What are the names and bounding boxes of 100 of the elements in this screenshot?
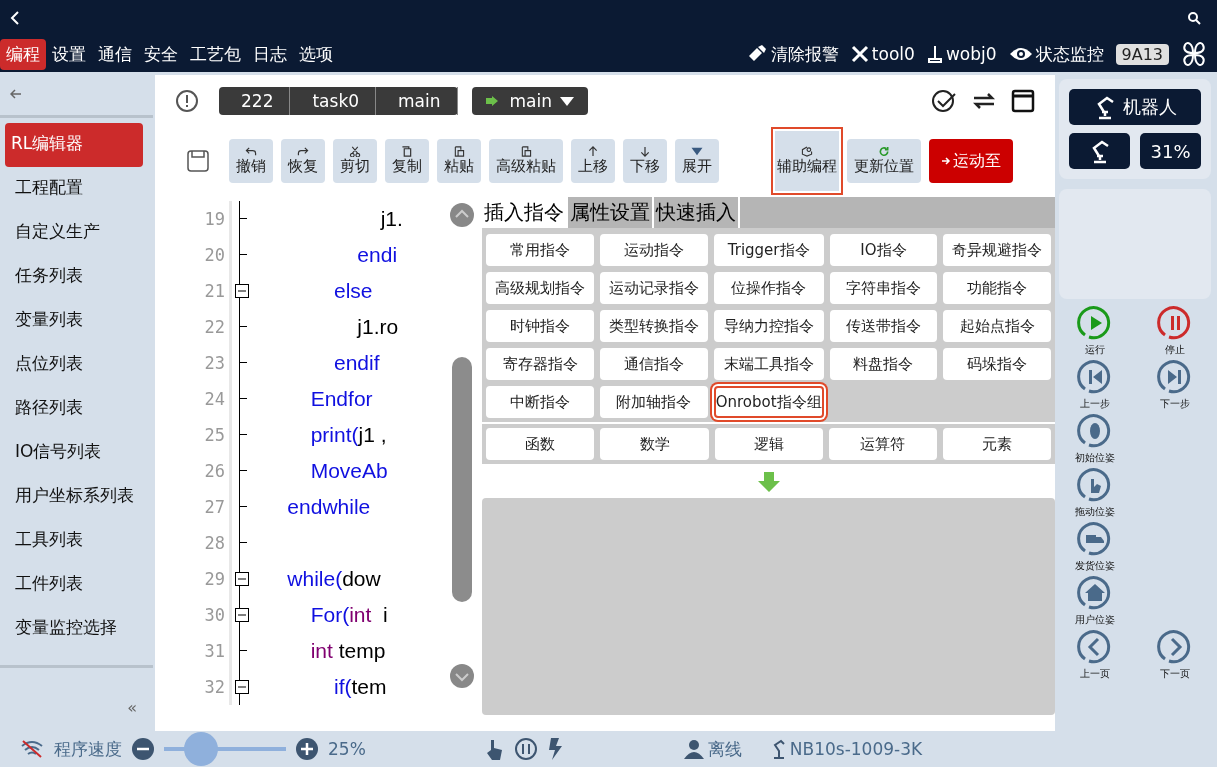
minus-icon[interactable]	[132, 738, 154, 760]
robot-button[interactable]: 机器人	[1069, 89, 1201, 125]
command-button[interactable]: 导纳力控指令	[713, 310, 824, 342]
sidebar-item[interactable]: 工具列表	[5, 519, 143, 563]
sidebar-item[interactable]: 路径列表	[5, 387, 143, 431]
command-button[interactable]: 常用指令	[486, 234, 594, 266]
command-button[interactable]: 功能指令	[943, 272, 1051, 304]
sidebar-item[interactable]: IO信号列表	[5, 431, 143, 475]
command-button[interactable]: 中断指令	[486, 386, 594, 418]
command-button[interactable]: 类型转换指令	[600, 310, 708, 342]
control-icon[interactable]	[1077, 467, 1113, 503]
command-button[interactable]: 附加轴指令	[600, 386, 708, 418]
command-button[interactable]: 字符串指令	[829, 272, 938, 304]
sidebar-item[interactable]: RL编辑器	[5, 123, 143, 167]
sidebar-item[interactable]: 变量监控选择	[5, 607, 143, 651]
menu-tab[interactable]: 选项	[293, 38, 339, 70]
breadcrumb-item[interactable]: task0	[290, 87, 377, 115]
menu-tab[interactable]: 工艺包	[184, 38, 247, 70]
sidebar-item[interactable]: 工件列表	[5, 563, 143, 607]
command-button[interactable]: 运动指令	[600, 234, 708, 266]
apps-icon[interactable]	[1181, 41, 1207, 67]
toolbar-button[interactable]: 复制	[385, 139, 429, 183]
toolbar-button[interactable]: 剪切	[333, 139, 377, 183]
search-icon[interactable]	[1187, 11, 1201, 25]
control-icon[interactable]	[1157, 629, 1193, 665]
breadcrumb-item[interactable]: main	[376, 87, 458, 115]
command-button[interactable]: 通信指令	[600, 348, 708, 380]
scroll-down-icon[interactable]	[450, 664, 475, 688]
toolbar-button[interactable]: 粘贴	[437, 139, 481, 183]
save-icon[interactable]	[187, 150, 209, 172]
control-icon[interactable]	[1077, 629, 1113, 665]
command-button[interactable]: 寄存器指令	[486, 348, 594, 380]
command-button[interactable]: 奇异规避指令	[943, 234, 1051, 266]
menu-tab[interactable]: 编程	[0, 38, 46, 70]
speed-readout[interactable]: 31%	[1140, 133, 1201, 169]
menu-tab[interactable]: 设置	[46, 38, 92, 70]
menu-tab[interactable]: 日志	[247, 38, 293, 70]
category-button[interactable]: 运算符	[828, 428, 937, 460]
command-button[interactable]: IO指令	[829, 234, 938, 266]
clear-alarm-button[interactable]: 清除报警	[745, 42, 839, 66]
toolbar-button[interactable]: 恢复	[281, 139, 325, 183]
command-button[interactable]: 料盘指令	[829, 348, 938, 380]
command-button[interactable]: 码垛指令	[943, 348, 1051, 380]
category-button[interactable]: 逻辑	[714, 428, 823, 460]
fold-icon[interactable]	[235, 284, 249, 298]
collapse-button[interactable]: «	[127, 698, 137, 717]
scroll-up-icon[interactable]	[450, 203, 475, 227]
robot-mode-button[interactable]	[1069, 133, 1130, 169]
category-button[interactable]: 元素	[942, 428, 1051, 460]
window-icon[interactable]	[1011, 89, 1035, 113]
menu-tab[interactable]: 安全	[138, 38, 184, 70]
command-button[interactable]: 起始点指令	[943, 310, 1051, 342]
lightning-icon[interactable]	[547, 738, 564, 760]
command-button[interactable]: 时钟指令	[486, 310, 594, 342]
panel-tab[interactable]: 插入指令	[482, 197, 569, 228]
command-button[interactable]: 传送带指令	[829, 310, 938, 342]
hand-pointer-icon[interactable]	[485, 738, 504, 760]
check-icon[interactable]	[931, 88, 957, 114]
panel-tab[interactable]: 属性设置	[568, 197, 655, 228]
menu-tab[interactable]: 通信	[92, 38, 138, 70]
sidebar-item[interactable]: 自定义生产	[5, 211, 143, 255]
sidebar-item[interactable]: 任务列表	[5, 255, 143, 299]
toolbar-button[interactable]: 运动至	[929, 139, 1013, 183]
control-icon[interactable]	[1077, 359, 1113, 395]
wobj-button[interactable]: wobj0	[926, 44, 997, 64]
toolbar-button[interactable]: 更新位置	[847, 139, 921, 183]
fold-icon[interactable]	[235, 572, 249, 586]
fold-icon[interactable]	[235, 680, 249, 694]
toolbar-button[interactable]: 展开	[675, 139, 719, 183]
breadcrumb-item[interactable]: 222	[219, 87, 291, 115]
tool-button[interactable]: tool0	[850, 44, 915, 64]
control-icon[interactable]	[1077, 521, 1113, 557]
status-monitor-button[interactable]: 状态监控	[1008, 42, 1104, 66]
command-button[interactable]: 末端工具指令	[713, 348, 824, 380]
control-icon[interactable]	[1077, 413, 1113, 449]
command-button[interactable]: 高级规划指令	[486, 272, 594, 304]
speed-slider[interactable]	[164, 732, 286, 766]
sidebar-item[interactable]: 点位列表	[5, 343, 143, 387]
sidebar-item[interactable]: 变量列表	[5, 299, 143, 343]
back-arrow-icon[interactable]	[10, 89, 22, 99]
pause-icon[interactable]	[513, 737, 538, 761]
control-icon[interactable]	[1157, 359, 1193, 395]
toolbar-button[interactable]: 高级粘贴	[489, 139, 563, 183]
control-icon[interactable]	[1157, 305, 1193, 341]
command-button[interactable]: Trigger指令	[713, 234, 824, 266]
fold-icon[interactable]	[235, 608, 249, 622]
command-button[interactable]: 位操作指令	[713, 272, 824, 304]
plus-icon[interactable]	[296, 738, 318, 760]
category-button[interactable]: 函数	[486, 428, 595, 460]
toolbar-button[interactable]: 撤销	[229, 139, 273, 183]
toolbar-button[interactable]: 上移	[571, 139, 615, 183]
sidebar-item[interactable]: 用户坐标系列表	[5, 475, 143, 519]
info-icon[interactable]	[175, 89, 199, 113]
scrollbar-thumb[interactable]	[452, 357, 473, 602]
control-icon[interactable]	[1077, 305, 1113, 341]
panel-tab[interactable]: 快速插入	[654, 197, 741, 228]
back-icon[interactable]	[10, 11, 20, 25]
run-selector[interactable]: main	[471, 87, 589, 115]
toolbar-button[interactable]: 下移	[623, 139, 667, 183]
sidebar-item[interactable]: 工程配置	[5, 167, 143, 211]
